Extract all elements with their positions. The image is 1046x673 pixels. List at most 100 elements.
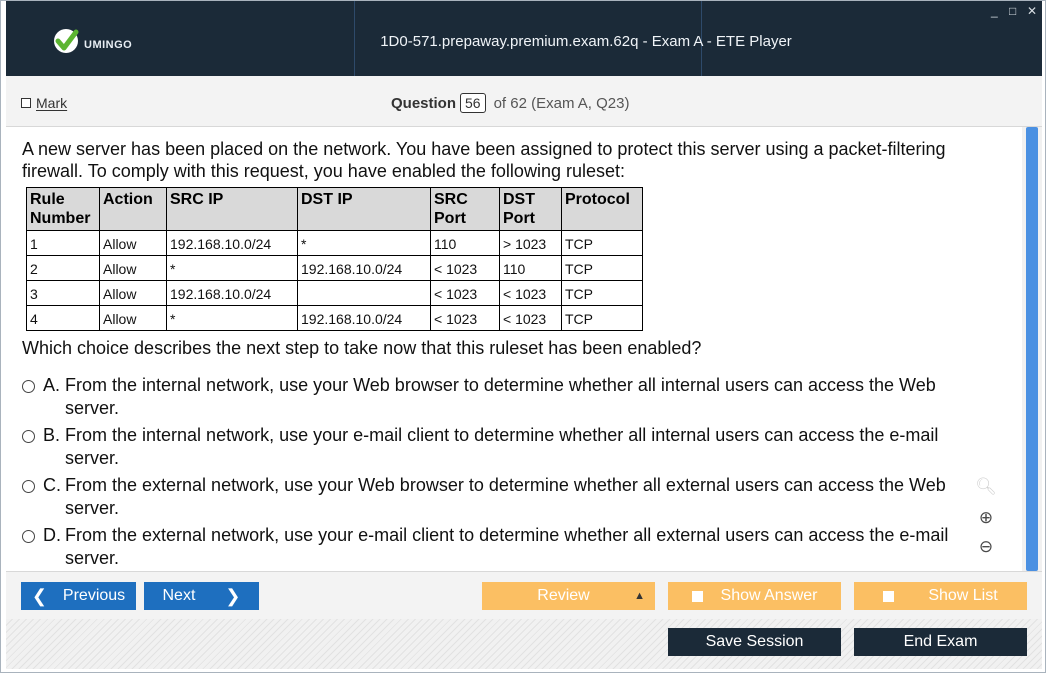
table-cell: 110: [430, 230, 500, 256]
session-bar: Save Session End Exam: [6, 619, 1042, 669]
logo-text: UMINGO: [84, 39, 133, 51]
review-label: Review: [537, 587, 590, 604]
question-content: A new server has been placed on the netw…: [6, 127, 1022, 571]
table-cell: TCP: [561, 305, 643, 331]
review-button[interactable]: Review ▲: [482, 582, 655, 610]
next-button[interactable]: Next ❯: [144, 582, 259, 610]
question-label: Question: [391, 94, 457, 112]
option-letter: C.: [43, 475, 61, 495]
show-answer-label: Show Answer: [720, 587, 818, 604]
table-cell: *: [166, 305, 298, 331]
navigation-bar: ❮ Previous Next ❯ Review ▲ Show Answer S…: [6, 571, 1042, 620]
end-exam-button[interactable]: End Exam: [854, 628, 1027, 656]
table-cell: *: [166, 255, 298, 281]
radio-icon[interactable]: [22, 480, 35, 493]
option-letter: D.: [43, 525, 61, 545]
column-header: Action: [99, 187, 167, 231]
option-text: From the internal network, use your e-ma…: [65, 425, 939, 468]
mark-checkbox[interactable]: Mark: [21, 95, 67, 111]
answer-option-c[interactable]: C. From the external network, use your W…: [22, 474, 982, 520]
table-cell: < 1023: [430, 305, 500, 331]
close-button[interactable]: ✕: [1027, 5, 1037, 17]
table-cell: 192.168.10.0/24: [297, 255, 431, 281]
column-header: DST IP: [297, 187, 431, 231]
table-row: 4 Allow * 192.168.10.0/24 < 1023 < 1023 …: [26, 305, 643, 331]
column-header: SRC IP: [166, 187, 298, 231]
mark-label: Mark: [36, 95, 68, 111]
chevron-right-icon: ❯: [225, 585, 241, 606]
previous-button[interactable]: ❮ Previous: [21, 582, 136, 610]
table-cell: Allow: [99, 305, 167, 331]
radio-icon[interactable]: [22, 380, 35, 393]
chevron-left-icon: ❮: [31, 585, 47, 606]
title-bar: UMINGO 1D0-571.prepaway.premium.exam.62q…: [6, 1, 1042, 76]
zoom-out-icon[interactable]: ⊖: [975, 536, 997, 558]
show-list-label: Show List: [928, 587, 998, 604]
table-cell: [297, 280, 431, 306]
table-cell: < 1023: [430, 280, 500, 306]
end-exam-label: End Exam: [903, 633, 978, 650]
column-header: Rule Number: [26, 187, 100, 231]
table-row: 3 Allow 192.168.10.0/24 < 1023 < 1023 TC…: [26, 280, 643, 306]
checkbox-icon[interactable]: [883, 590, 895, 602]
question-text: A new server has been placed on the netw…: [22, 139, 946, 181]
table-cell: 192.168.10.0/24: [166, 280, 298, 306]
option-letter: A.: [43, 375, 61, 395]
show-list-toggle[interactable]: Show List: [854, 582, 1027, 610]
save-session-button[interactable]: Save Session: [668, 628, 841, 656]
zoom-reset-icon[interactable]: 🔍︎: [975, 476, 997, 498]
table-cell: < 1023: [499, 280, 562, 306]
table-cell: > 1023: [499, 230, 562, 256]
answer-option-d[interactable]: D. From the external network, use your e…: [22, 524, 982, 570]
save-session-label: Save Session: [705, 633, 804, 650]
column-header: SRC Port: [430, 187, 500, 231]
table-cell: 192.168.10.0/24: [297, 305, 431, 331]
question-bar: Mark Question 56 of 62 (Exam A, Q23): [6, 76, 1042, 127]
table-cell: Allow: [99, 230, 167, 256]
option-letter: B.: [43, 425, 61, 445]
checkbox-icon[interactable]: [691, 590, 703, 602]
header-divider: [354, 1, 355, 76]
app-window: UMINGO 1D0-571.prepaway.premium.exam.62q…: [0, 0, 1046, 673]
radio-icon[interactable]: [22, 430, 35, 443]
table-cell: Allow: [99, 255, 167, 281]
show-answer-toggle[interactable]: Show Answer: [668, 582, 841, 610]
question-number-input[interactable]: 56: [460, 93, 486, 113]
answer-option-a[interactable]: A. From the internal network, use your W…: [22, 374, 982, 420]
table-cell: *: [297, 230, 431, 256]
table-cell: 2: [26, 255, 100, 281]
table-cell: < 1023: [430, 255, 500, 281]
option-text: From the internal network, use your Web …: [65, 375, 936, 418]
ruleset-table: Rule Number Action SRC IP DST IP SRC Por…: [26, 187, 643, 331]
table-cell: 192.168.10.0/24: [166, 230, 298, 256]
window-title: 1D0-571.prepaway.premium.exam.62q - Exam…: [380, 33, 792, 50]
table-header-row: Rule Number Action SRC IP DST IP SRC Por…: [26, 187, 643, 231]
table-cell: TCP: [561, 280, 643, 306]
minimize-button[interactable]: _: [991, 5, 998, 17]
question-counter: Question 56 of 62 (Exam A, Q23): [391, 93, 630, 113]
table-cell: 110: [499, 255, 562, 281]
table-cell: 1: [26, 230, 100, 256]
previous-label: Previous: [62, 587, 126, 604]
question-total: of 62 (Exam A, Q23): [493, 94, 630, 112]
checkbox-icon[interactable]: [21, 98, 31, 108]
column-header: Protocol: [561, 187, 643, 231]
next-label: Next: [162, 587, 196, 604]
question-prompt: Which choice describes the next step to …: [22, 338, 702, 358]
table-cell: TCP: [561, 230, 643, 256]
option-text: From the external network, use your e-ma…: [65, 525, 949, 568]
answer-option-b[interactable]: B. From the internal network, use your e…: [22, 424, 982, 470]
table-cell: 4: [26, 305, 100, 331]
table-cell: TCP: [561, 255, 643, 281]
column-header: DST Port: [499, 187, 562, 231]
table-cell: Allow: [99, 280, 167, 306]
option-text: From the external network, use your Web …: [65, 475, 946, 518]
zoom-in-icon[interactable]: ⊕: [975, 507, 997, 529]
table-cell: < 1023: [499, 305, 562, 331]
table-row: 1 Allow 192.168.10.0/24 * 110 > 1023 TCP: [26, 230, 643, 256]
scrollbar-thumb[interactable]: [1026, 127, 1038, 571]
maximize-button[interactable]: □: [1009, 5, 1016, 17]
table-row: 2 Allow * 192.168.10.0/24 < 1023 110 TCP: [26, 255, 643, 281]
caret-up-icon: ▲: [634, 590, 645, 602]
radio-icon[interactable]: [22, 530, 35, 543]
